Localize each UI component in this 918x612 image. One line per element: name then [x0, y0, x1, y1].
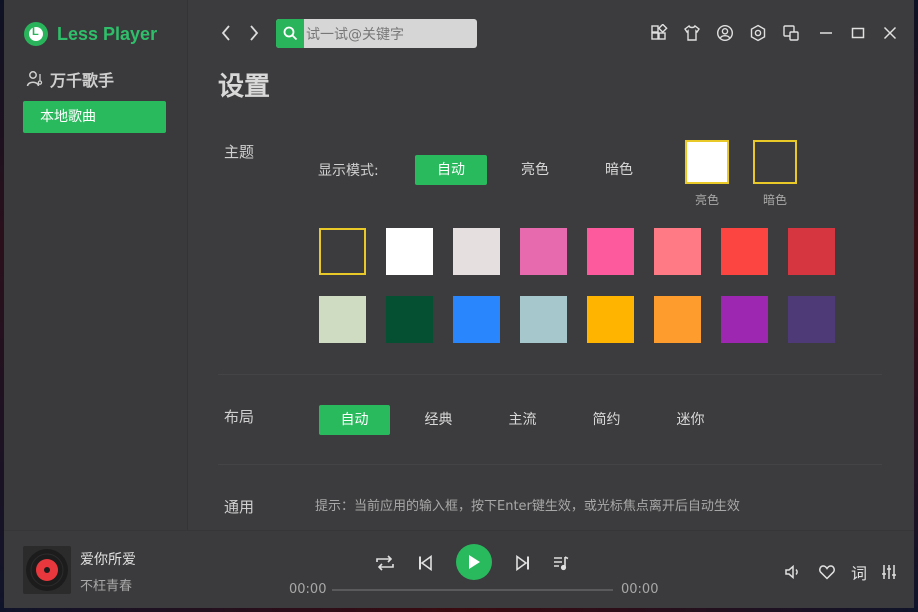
equalizer-icon — [882, 565, 896, 579]
sidebar-item-local-songs[interactable]: 本地歌曲 — [23, 101, 166, 133]
back-button[interactable] — [216, 20, 236, 46]
repeat-button[interactable] — [373, 551, 397, 575]
color-swatch[interactable] — [386, 296, 433, 343]
heart-icon — [819, 565, 835, 580]
equalizer-button[interactable] — [878, 561, 900, 583]
color-swatch[interactable] — [319, 228, 366, 275]
song-title[interactable]: 爱你所爱 — [80, 549, 136, 569]
color-swatch[interactable] — [520, 296, 567, 343]
previous-icon — [419, 555, 432, 571]
color-swatch[interactable] — [788, 296, 835, 343]
lyrics-button[interactable]: 词 — [848, 561, 870, 583]
song-artist[interactable]: 不枉青春 — [80, 575, 132, 594]
dark-theme-preview[interactable] — [753, 140, 797, 184]
progress-bar[interactable] — [332, 589, 613, 591]
theme-mode-auto[interactable]: 自动 — [415, 155, 487, 185]
preview-caption: 亮色 — [694, 193, 719, 207]
player-bar: 爱你所爱 不枉青春 00:00 00:00 词 — [4, 530, 914, 608]
previous-button[interactable] — [413, 551, 437, 575]
playlist-button[interactable] — [549, 551, 573, 575]
forward-button[interactable] — [244, 20, 264, 46]
section-label-general: 通用 — [224, 498, 255, 516]
layout-option-mini[interactable]: 迷你 — [655, 405, 726, 435]
sidebar-item-label: 万千歌手 — [50, 71, 115, 90]
play-icon — [469, 555, 480, 569]
divider — [218, 374, 882, 375]
sidebar-item-artists[interactable]: 万千歌手 — [26, 67, 114, 91]
sidebar: Less Player 万千歌手 本地歌曲 — [4, 0, 188, 530]
skin-icon[interactable] — [681, 22, 703, 44]
page-title: 设置 — [218, 72, 271, 102]
layout-option-mainstream[interactable]: 主流 — [487, 405, 558, 435]
theme-mode-light[interactable]: 亮色 — [499, 155, 571, 185]
display-mode-label: 显示模式: — [318, 163, 379, 179]
minimize-icon — [820, 32, 832, 34]
color-swatch[interactable] — [319, 296, 366, 343]
layout-option-auto[interactable]: 自动 — [319, 405, 390, 435]
layout-option-simple[interactable]: 简约 — [571, 405, 642, 435]
current-time: 00:00 — [289, 582, 327, 597]
app-window: Less Player 万千歌手 本地歌曲 — [4, 0, 914, 608]
light-theme-preview[interactable] — [685, 140, 729, 184]
color-swatch[interactable] — [654, 228, 701, 275]
volume-icon — [785, 564, 798, 580]
settings-icon[interactable] — [747, 22, 769, 44]
theme-mode-dark[interactable]: 暗色 — [583, 155, 655, 185]
toolbar — [648, 22, 813, 44]
play-button[interactable] — [456, 544, 492, 580]
layout-option-classic[interactable]: 经典 — [403, 405, 474, 435]
search-box — [276, 19, 477, 48]
color-swatch[interactable] — [453, 296, 500, 343]
theme-icon[interactable] — [648, 22, 670, 44]
color-swatch[interactable] — [587, 228, 634, 275]
minimize-button[interactable] — [815, 22, 837, 44]
color-swatch[interactable] — [721, 228, 768, 275]
repeat-icon — [376, 555, 394, 571]
album-cover[interactable] — [23, 546, 71, 594]
color-swatch[interactable] — [788, 228, 835, 275]
color-swatch[interactable] — [386, 228, 433, 275]
maximize-icon — [851, 27, 865, 39]
artist-icon — [26, 71, 43, 87]
maximize-button[interactable] — [847, 22, 869, 44]
search-icon[interactable] — [276, 19, 304, 48]
app-logo[interactable]: Less Player — [24, 22, 157, 46]
close-icon — [883, 26, 897, 40]
mini-window-icon[interactable] — [780, 22, 802, 44]
logo-icon — [24, 22, 48, 46]
color-swatch[interactable] — [654, 296, 701, 343]
total-time: 00:00 — [621, 582, 659, 597]
color-swatch[interactable] — [520, 228, 567, 275]
volume-button[interactable] — [782, 561, 804, 583]
divider — [218, 464, 882, 465]
chevron-left-icon — [221, 25, 230, 41]
color-swatch[interactable] — [721, 296, 768, 343]
color-swatch[interactable] — [453, 228, 500, 275]
section-label-layout: 布局 — [224, 408, 255, 426]
vinyl-icon — [26, 549, 68, 591]
next-icon — [516, 555, 529, 571]
app-name: Less Player — [57, 23, 158, 44]
preview-caption: 暗色 — [762, 193, 787, 207]
playlist-icon — [554, 556, 569, 571]
chevron-right-icon — [250, 25, 259, 41]
close-button[interactable] — [879, 22, 901, 44]
section-label-theme: 主题 — [224, 143, 255, 161]
search-input[interactable] — [304, 19, 477, 48]
favorite-button[interactable] — [816, 561, 838, 583]
color-swatch[interactable] — [587, 296, 634, 343]
next-button[interactable] — [511, 551, 535, 575]
user-icon[interactable] — [714, 22, 736, 44]
general-tip: 提示：当前应用的输入框，按下Enter键生效，或光标焦点离开后自动生效 — [315, 499, 740, 514]
